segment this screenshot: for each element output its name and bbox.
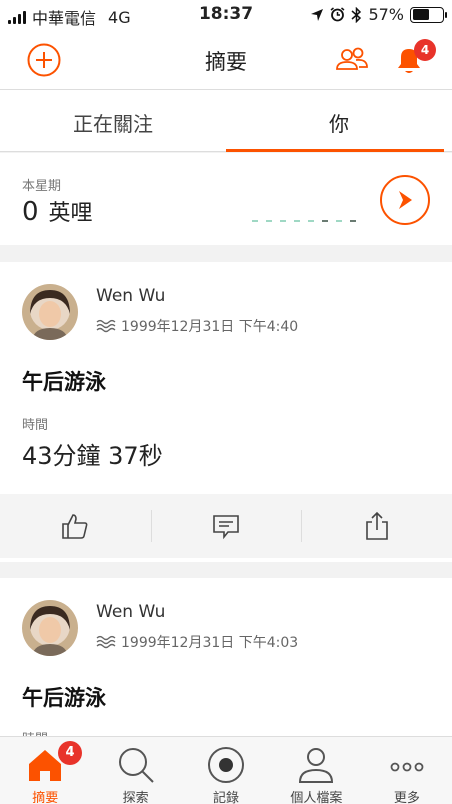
tab-following[interactable]: 正在關注	[0, 90, 226, 151]
activity-actions	[0, 494, 452, 558]
weekly-label: 本星期	[22, 179, 62, 194]
kudos-button[interactable]	[0, 494, 151, 558]
page-title: 摘要	[205, 50, 247, 74]
activity-card[interactable]: Wen Wu 1999年12月31日 下午4:40 午后游泳 時間 43分鐘 3…	[0, 262, 452, 562]
alarm-icon	[330, 7, 345, 22]
battery-icon	[410, 6, 447, 23]
athlete-name[interactable]: Wen Wu	[96, 286, 165, 306]
notifications-button[interactable]: 4	[392, 39, 436, 78]
activity-datetime: 1999年12月31日 下午4:03	[121, 635, 299, 651]
comment-icon	[213, 515, 239, 540]
weekly-next-button[interactable]	[380, 175, 430, 225]
battery-percent: 57%	[368, 5, 404, 24]
location-icon	[311, 8, 324, 21]
stat-value: 43分鐘 37秒	[22, 442, 163, 470]
nav-item-more[interactable]: 更多	[362, 737, 452, 804]
avatar[interactable]	[22, 600, 78, 656]
tab-you[interactable]: 你	[226, 90, 452, 152]
people-icon	[336, 47, 368, 70]
nav-label: 摘要	[32, 791, 59, 804]
record-icon	[208, 747, 245, 783]
weekly-distance-unit: 英哩	[48, 201, 93, 226]
activity-meta: 1999年12月31日 下午4:40	[96, 316, 298, 336]
nav-label: 探索	[122, 791, 149, 804]
nav-item-profile[interactable]: 個人檔案	[271, 737, 361, 804]
comment-button[interactable]	[150, 494, 302, 558]
chevron-right-icon	[399, 191, 412, 209]
notification-badge: 4	[414, 39, 436, 61]
share-icon	[365, 511, 388, 540]
feed-tabs: 正在關注 你	[0, 90, 452, 152]
nav-label: 個人檔案	[290, 791, 343, 804]
search-icon	[118, 748, 154, 783]
athlete-name[interactable]: Wen Wu	[96, 602, 165, 622]
swim-icon	[96, 635, 116, 649]
find-friends-button[interactable]	[334, 42, 370, 78]
app-header: 摘要 4	[0, 30, 452, 90]
profile-icon	[299, 748, 334, 783]
activity-title[interactable]: 午后游泳	[22, 682, 106, 712]
nav-badge: 4	[58, 741, 82, 765]
activity-card[interactable]: Wen Wu 1999年12月31日 下午4:03 午后游泳 時間	[0, 578, 452, 747]
more-icon	[390, 762, 424, 772]
activity-title[interactable]: 午后游泳	[22, 366, 106, 396]
nav-label: 記錄	[213, 791, 240, 804]
activity-datetime: 1999年12月31日 下午4:40	[121, 319, 299, 335]
nav-item-feed[interactable]: 4 摘要	[0, 737, 90, 804]
bottom-nav: 4 摘要 探索 記錄 個人檔案 更多	[0, 736, 452, 804]
share-button[interactable]	[301, 494, 452, 558]
stat-label: 時間	[22, 418, 49, 433]
nav-label: 更多	[393, 791, 420, 804]
weekly-distance: 0 英哩	[22, 195, 93, 227]
weekly-sparkline	[252, 220, 356, 222]
nav-item-explore[interactable]: 探索	[90, 737, 180, 804]
status-bar: 中華電信 4G 18:37 57%	[0, 0, 452, 30]
activity-meta: 1999年12月31日 下午4:03	[96, 632, 298, 652]
bluetooth-icon	[351, 6, 362, 23]
swim-icon	[96, 319, 116, 333]
weekly-distance-value: 0	[22, 197, 39, 227]
thumbs-up-icon	[62, 514, 88, 539]
nav-item-record[interactable]: 記錄	[181, 737, 271, 804]
avatar[interactable]	[22, 284, 78, 340]
